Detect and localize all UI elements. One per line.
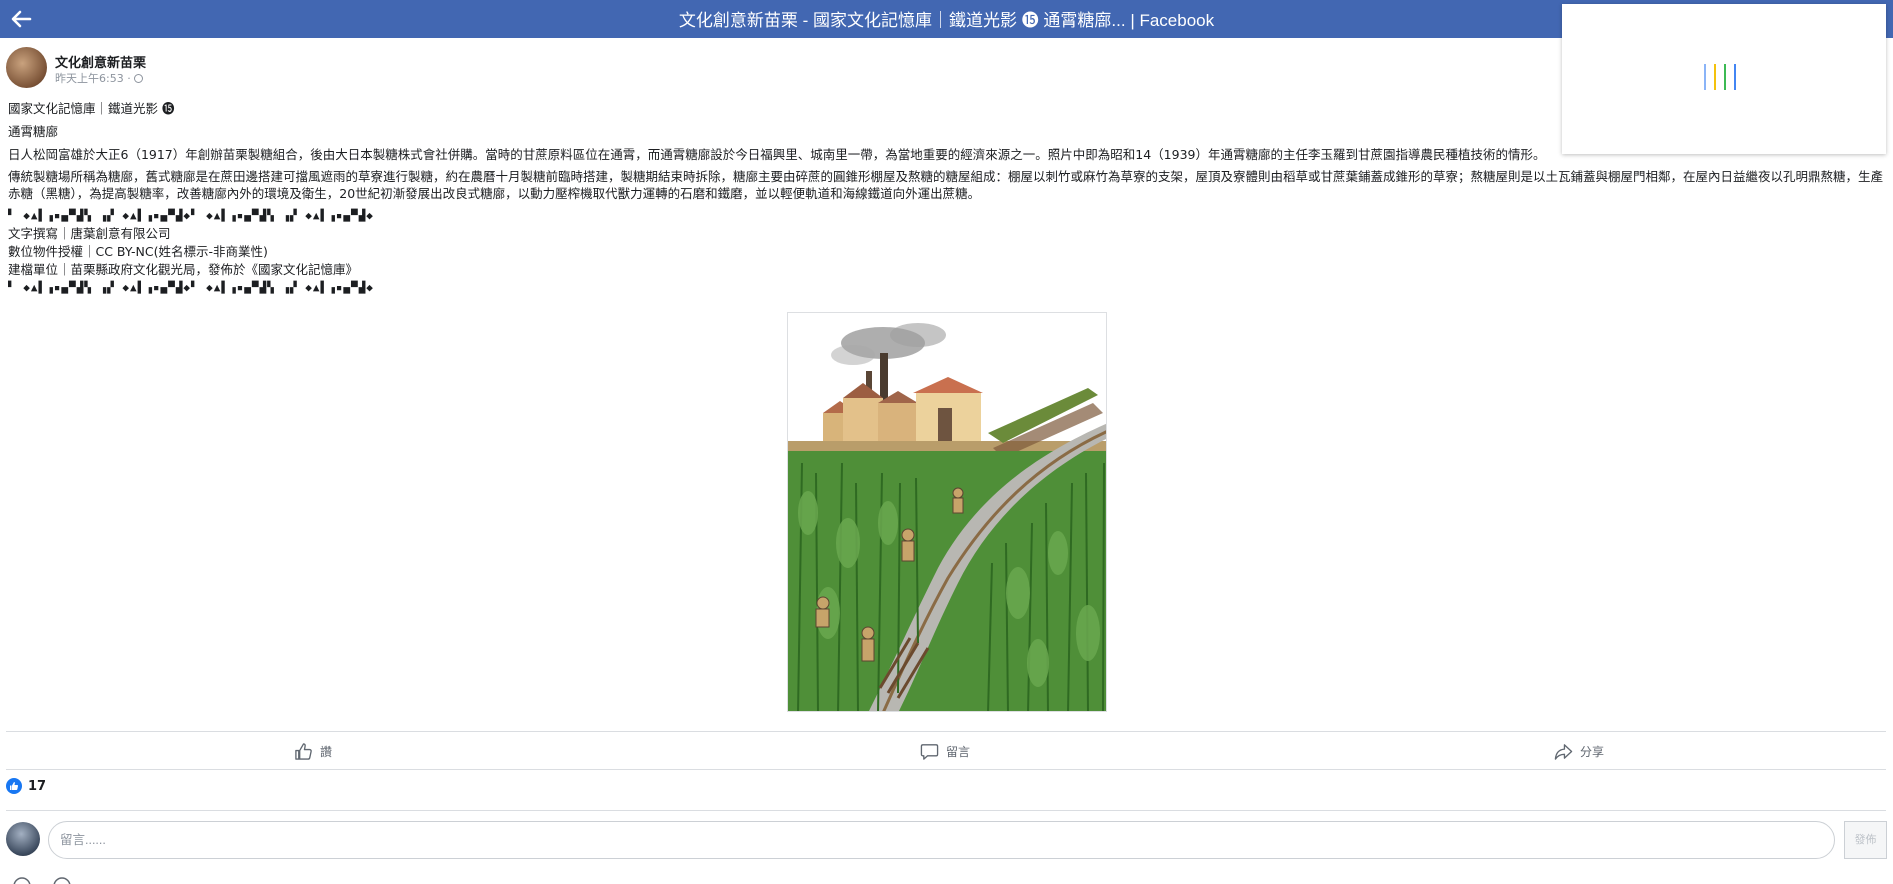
- user-avatar[interactable]: [6, 822, 40, 856]
- post-credit-author: 文字撰寫｜唐葉創意有限公司: [8, 226, 171, 241]
- post-credit-license: 數位物件授權｜CC BY-NC(姓名標示-非商業性): [8, 244, 268, 259]
- reaction-count: 17: [28, 778, 47, 794]
- post-image[interactable]: [787, 312, 1107, 712]
- post-credit-unit: 建檔單位｜苗栗縣政府文化觀光局，發佈於《國家文化記憶庫》: [8, 262, 359, 277]
- post-body: 國家文化記憶庫｜鐵道光影 ⓯ 通霄糖廍 日人松岡富雄於大正6（1917）年創辦苗…: [8, 100, 1888, 297]
- post-line-title: 國家文化記憶庫｜鐵道光影 ⓯: [8, 101, 175, 116]
- comment-button[interactable]: 留言: [920, 740, 970, 762]
- like-button[interactable]: 讚: [294, 740, 332, 762]
- composer-tool-icons[interactable]: [12, 876, 72, 884]
- post-timestamp: 昨天上午6:53 ·: [55, 72, 131, 85]
- post-divider-glyphs: ▘ ◆▲▌▗▪▄▀▟▚ ▗▞ ◆▲▌▗▪▄▀▟◆▘ ◆▲▌▗▪▄▀▟▚ ▗▞ ◆…: [8, 209, 374, 222]
- action-divider-bottom: [6, 769, 1886, 770]
- thumbs-up-icon: [295, 742, 312, 760]
- like-label: 讚: [320, 744, 333, 759]
- comment-input[interactable]: [48, 821, 1835, 859]
- post-line-subtitle: 通霄糖廍: [8, 124, 59, 139]
- post-author[interactable]: 文化創意新苗栗: [55, 52, 146, 71]
- post-time[interactable]: 昨天上午6:53 ·: [55, 70, 143, 86]
- share-label: 分享: [1580, 744, 1605, 759]
- post-paragraph-1: 日人松岡富雄於大正6（1917）年創辦苗栗製糖組合，後由大日本製糖株式會社併購。…: [8, 147, 1546, 162]
- globe-icon: [133, 74, 143, 83]
- post-divider-glyphs-2: ▘ ◆▲▌▗▪▄▀▟▚ ▗▞ ◆▲▌▗▪▄▀▟◆▘ ◆▲▌▗▪▄▀▟▚ ▗▞ ◆…: [8, 281, 374, 294]
- post-comment-button[interactable]: 發佈: [1844, 821, 1887, 859]
- comment-bubble-icon: [920, 743, 939, 760]
- comment-label: 留言: [946, 744, 971, 759]
- comments-divider: [6, 810, 1886, 811]
- loading-spinner-icon: [1704, 64, 1744, 94]
- action-divider-top: [6, 731, 1886, 732]
- like-reaction-icon: [6, 778, 22, 794]
- sugar-mill-illustration: [788, 323, 1106, 711]
- reaction-summary[interactable]: 17: [6, 778, 46, 794]
- post-paragraph-2: 傳統製糖場所稱為糖廍，舊式糖廍是在蔗田邊搭建可擋風遮雨的草寮進行製糖，約在農曆十…: [8, 169, 1884, 201]
- page-avatar[interactable]: [6, 47, 47, 88]
- share-button[interactable]: 分享: [1554, 740, 1604, 762]
- share-arrow-icon: [1554, 743, 1573, 760]
